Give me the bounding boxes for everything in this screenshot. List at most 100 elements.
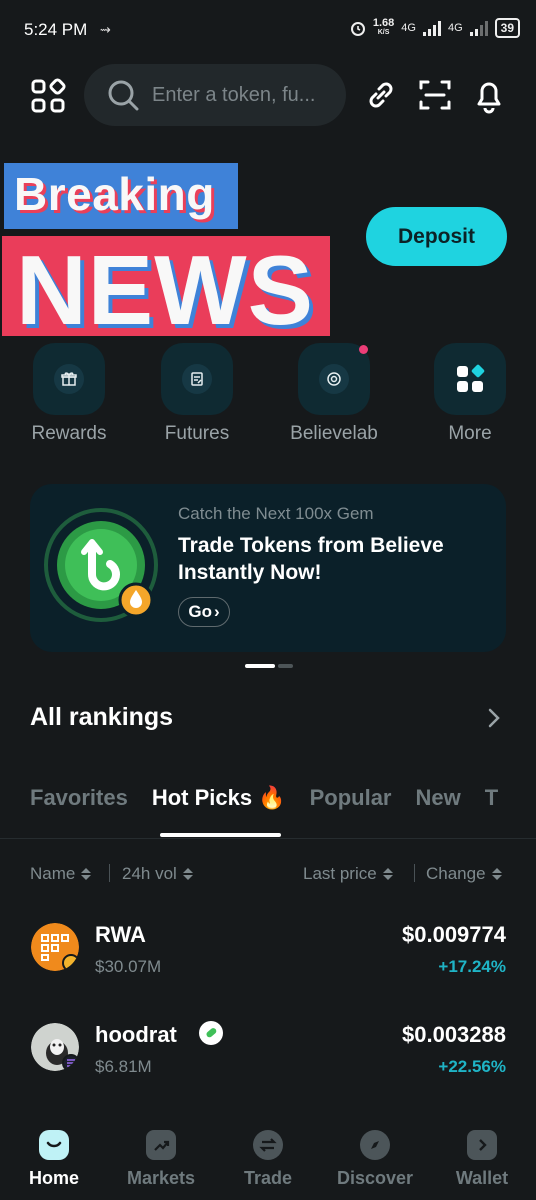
link-icon[interactable] <box>362 76 400 114</box>
tab-favorites[interactable]: Favorites <box>30 785 128 817</box>
futures-tile <box>161 343 233 415</box>
signal-bars-icon <box>422 20 441 36</box>
network-type-2: 4G <box>447 22 463 34</box>
believelab-icon <box>327 372 341 386</box>
breaking-news-banner-top: Breaking <box>4 163 238 229</box>
tab-popular[interactable]: Popular <box>310 785 392 817</box>
bell-icon[interactable] <box>470 76 508 114</box>
section-title: All rankings <box>30 703 174 731</box>
nav-label: Home <box>28 1168 79 1188</box>
token-volume: $30.07M <box>95 957 162 976</box>
search-placeholder: Enter a token, fu... <box>152 83 316 106</box>
tab-new[interactable]: New <box>416 785 461 817</box>
rwa-token-avatar <box>31 923 79 971</box>
network-speed: 1.68 K/S <box>373 18 394 38</box>
speed-value: 1.68 <box>372 17 395 29</box>
bottom-nav: Home Markets Trade Discover Wallet <box>0 1116 536 1200</box>
chevron-right-icon[interactable] <box>484 706 504 735</box>
quick-action-more[interactable]: More <box>415 343 525 445</box>
column-label: Last price <box>303 864 377 883</box>
gift-icon <box>61 372 77 386</box>
believe-logo-icon <box>44 508 158 622</box>
quick-action-label: Futures <box>164 423 230 444</box>
home-icon <box>39 1130 69 1160</box>
banner-title: Trade Tokens from Believe Instantly Now! <box>178 534 444 584</box>
nav-discover[interactable]: Discover <box>325 1130 425 1189</box>
divider <box>0 838 536 839</box>
nav-label: Trade <box>243 1168 293 1188</box>
column-separator <box>109 864 110 882</box>
column-label: 24h vol <box>122 864 177 883</box>
hoodrat-token-avatar <box>31 1023 79 1071</box>
banner-go-button[interactable]: Go › <box>178 597 230 627</box>
nav-label: Wallet <box>455 1168 509 1188</box>
trade-icon <box>253 1130 283 1160</box>
table-row[interactable]: RWA $30.07M $0.009774 +17.24% <box>0 910 536 1000</box>
tab-truncated[interactable]: T <box>485 785 498 817</box>
quick-action-label: Believelab <box>290 423 378 444</box>
token-price: $0.009774 <box>402 922 506 947</box>
signal-bars-icon <box>469 20 488 36</box>
tab-hot-picks[interactable]: Hot Picks 🔥 <box>152 785 286 817</box>
column-header-vol[interactable]: 24h vol <box>122 864 193 884</box>
apps-grid-icon[interactable] <box>30 78 66 114</box>
carousel-indicator-active <box>245 664 275 668</box>
sort-icon <box>382 868 393 880</box>
alarm-icon <box>350 22 365 36</box>
status-indicators: 1.68 K/S 4G 4G 39 <box>350 18 520 38</box>
status-time: 5:24 PM <box>24 20 88 39</box>
more-tile <box>434 343 506 415</box>
quick-action-label: More <box>448 423 492 444</box>
rankings-tabs: Favorites Hot Picks 🔥 Popular New T <box>30 785 522 817</box>
banner-subtitle: Catch the Next 100x Gem <box>178 504 374 523</box>
breaking-text: Breaking <box>14 168 215 220</box>
token-change: +17.24% <box>438 957 506 976</box>
quick-action-rewards[interactable]: Rewards <box>14 343 124 445</box>
status-bar: 5:24 PM ⇝ 1.68 K/S 4G 4G 39 <box>0 0 536 60</box>
chevron-right-icon: › <box>213 602 220 621</box>
token-volume: $6.81M <box>95 1057 152 1076</box>
quick-action-believelab[interactable]: Believelab <box>279 343 389 445</box>
believelab-tile <box>298 343 370 415</box>
speed-unit: K/S <box>377 29 390 36</box>
nav-wallet[interactable]: Wallet <box>432 1130 532 1189</box>
sort-icon <box>491 868 502 880</box>
column-header-name[interactable]: Name <box>30 864 92 884</box>
news-text: NEWS <box>16 235 314 345</box>
notification-dot <box>359 345 368 354</box>
column-header-price[interactable]: Last price <box>303 864 393 884</box>
breaking-news-banner-bottom: NEWS <box>2 235 330 345</box>
token-name: hoodrat <box>95 1022 177 1047</box>
rewards-tile <box>33 343 105 415</box>
column-separator <box>414 864 415 882</box>
column-label: Name <box>30 864 76 883</box>
quick-action-label: Rewards <box>31 423 107 444</box>
go-label: Go <box>188 602 212 621</box>
wallet-icon <box>467 1130 497 1160</box>
search-icon <box>108 80 139 111</box>
nav-markets[interactable]: Markets <box>111 1130 211 1189</box>
column-label: Change <box>426 864 486 883</box>
network-type-1: 4G <box>401 22 416 34</box>
active-tab-underline <box>160 833 281 837</box>
nav-label: Markets <box>126 1168 196 1188</box>
more-icon <box>457 364 485 392</box>
nav-label: Discover <box>336 1168 414 1188</box>
quick-action-futures[interactable]: Futures <box>142 343 252 445</box>
search-input[interactable]: Enter a token, fu... <box>84 64 346 126</box>
futures-icon <box>191 372 203 386</box>
discover-icon <box>360 1130 390 1160</box>
deposit-button[interactable]: Deposit <box>366 207 507 266</box>
carousel-indicator <box>278 664 293 668</box>
column-header-change[interactable]: Change <box>426 864 502 884</box>
data-saver-icon: ⇝ <box>100 22 111 37</box>
sort-icon <box>81 868 92 880</box>
verified-badge-icon <box>199 1021 223 1045</box>
promo-banner[interactable]: Catch the Next 100x Gem Trade Tokens fro… <box>30 484 506 652</box>
table-row[interactable]: hoodrat $6.81M $0.003288 +22.56% <box>0 1010 536 1100</box>
sort-icon <box>182 868 193 880</box>
nav-home[interactable]: Home <box>4 1130 104 1189</box>
nav-trade[interactable]: Trade <box>218 1130 318 1189</box>
scan-icon[interactable] <box>416 76 454 114</box>
markets-icon <box>146 1130 176 1160</box>
